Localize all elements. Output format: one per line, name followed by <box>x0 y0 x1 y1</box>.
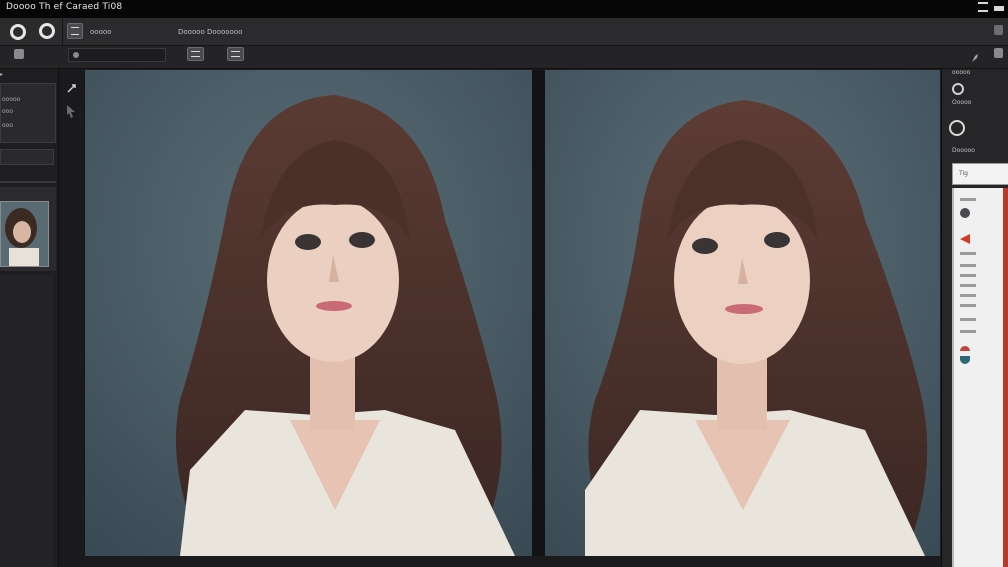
half-circle-icon[interactable] <box>960 346 970 351</box>
window-title: Doooo Th ef Caraed Ti08 <box>6 2 123 12</box>
panel-field[interactable] <box>0 149 54 165</box>
panel-label: Ooooo <box>952 99 972 106</box>
search-value: Tig <box>959 170 968 177</box>
left-panel: ▸ ooooo ooo ooo <box>0 69 59 567</box>
minimize-icon[interactable] <box>978 2 988 12</box>
split-divider[interactable] <box>532 70 545 556</box>
panel-header: ▸ <box>0 71 4 78</box>
panel-label: ooooo <box>952 69 971 76</box>
search-input[interactable]: Tig <box>952 163 1008 185</box>
circle-icon[interactable] <box>949 120 965 136</box>
window-icon[interactable] <box>994 25 1003 35</box>
panel-divider <box>0 181 56 183</box>
blob-icon[interactable] <box>960 208 970 218</box>
options-toolbar <box>0 46 1008 69</box>
grid-icon[interactable] <box>187 47 204 61</box>
layers-list: ooooo ooo ooo <box>0 83 56 143</box>
brush-icon[interactable] <box>970 48 980 62</box>
list-item[interactable]: ooooo <box>2 96 20 103</box>
select-tool-icon[interactable] <box>65 103 77 119</box>
portrait-before[interactable] <box>85 70 532 556</box>
search-field[interactable] <box>68 48 166 62</box>
list-item[interactable]: ooo <box>2 122 13 129</box>
list-item[interactable] <box>960 284 976 287</box>
accent-bar <box>1003 188 1008 567</box>
grid-icon[interactable] <box>227 47 244 61</box>
arrow-tool-icon[interactable] <box>66 79 78 93</box>
list-item[interactable]: ooo <box>2 108 13 115</box>
list-item[interactable] <box>960 294 976 297</box>
tool-label-2: Dooooo Dooooooo <box>178 28 243 36</box>
tool-label-1: ooooo <box>90 28 112 36</box>
tools-column <box>59 69 83 567</box>
list-item[interactable] <box>960 264 976 267</box>
window-icon[interactable] <box>994 48 1003 58</box>
toolbar-divider <box>62 18 63 45</box>
ring-icon[interactable] <box>39 23 55 39</box>
properties-list <box>952 188 1008 567</box>
list-item[interactable] <box>960 252 976 255</box>
search-icon <box>73 52 79 58</box>
list-item[interactable] <box>960 198 976 201</box>
layout-icon[interactable] <box>67 23 83 39</box>
triangle-icon[interactable] <box>960 234 970 244</box>
list-item[interactable] <box>960 304 976 307</box>
list-item[interactable] <box>960 318 976 321</box>
tool-option-icon[interactable] <box>14 49 24 59</box>
window-toggle-icon[interactable] <box>994 6 1004 11</box>
ring-icon[interactable] <box>952 83 964 95</box>
title-bar: Doooo Th ef Caraed Ti08 <box>0 0 1008 18</box>
main-toolbar: ooooo Dooooo Dooooooo <box>0 18 1008 46</box>
panel-label: Dooooo <box>952 147 975 154</box>
ring-icon[interactable] <box>10 24 26 40</box>
portrait-thumbnail[interactable] <box>0 201 49 267</box>
thumbnail-container <box>0 187 56 271</box>
list-item[interactable] <box>960 330 976 333</box>
drop-icon[interactable] <box>960 356 970 364</box>
panel-empty-area <box>0 275 53 567</box>
list-item[interactable] <box>960 274 976 277</box>
portrait-after[interactable] <box>545 70 940 556</box>
